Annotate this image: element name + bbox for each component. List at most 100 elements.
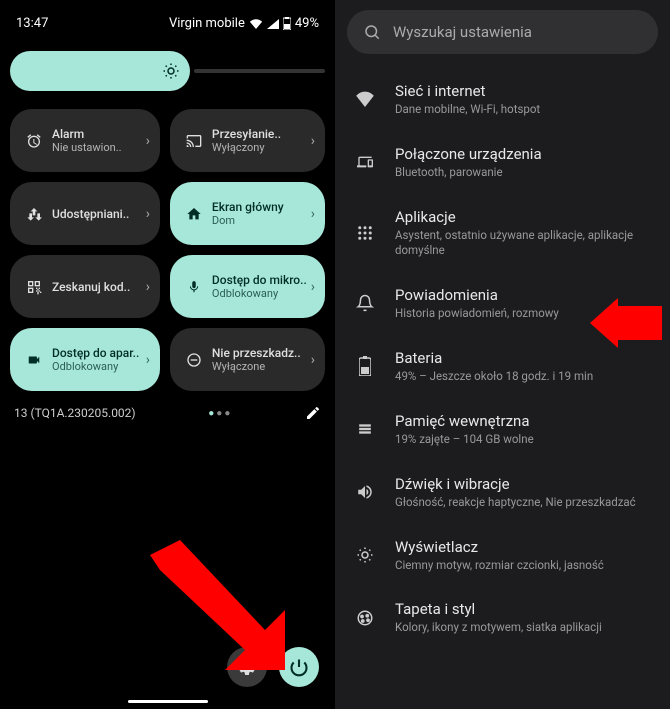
search-bar[interactable]: Wyszukaj ustawienia <box>347 10 658 54</box>
settings-panel: Wyszukaj ustawienia Sieć i internet Dane… <box>335 0 670 709</box>
camera-icon <box>24 353 44 367</box>
setting-text: Powiadomienia Historia powiadomień, rozm… <box>395 286 654 321</box>
quick-settings-panel: 13:47 Virgin mobile 49% Alarm <box>0 0 335 709</box>
qs-tile-1[interactable]: Przesyłanie.. Wyłączony › <box>170 109 325 172</box>
status-time: 13:47 <box>16 16 48 31</box>
setting-text: Pamięć wewnętrzna 19% zajęte – 104 GB wo… <box>395 412 654 447</box>
setting-sub: Dane mobilne, Wi-Fi, hotspot <box>395 102 654 117</box>
alarm-icon <box>24 133 44 149</box>
setting-text: Aplikacje Asystent, ostatnio używane apl… <box>395 208 654 258</box>
setting-item-0[interactable]: Sieć i internet Dane mobilne, Wi-Fi, hot… <box>347 68 658 131</box>
tile-sub: Odblokowany <box>212 287 307 300</box>
tile-text: Dostęp do mikro.. Odblokowany <box>212 273 307 300</box>
wallpaper-icon <box>351 609 379 627</box>
edit-icon[interactable] <box>305 405 321 421</box>
tile-text: Nie przeszkadz.. Wyłączone <box>212 346 307 373</box>
qs-tile-3[interactable]: Ekran główny Dom › <box>170 182 325 245</box>
dnd-icon <box>184 352 204 368</box>
tile-title: Nie przeszkadz.. <box>212 346 307 360</box>
page-dots[interactable]: ●●● <box>208 408 232 419</box>
chevron-right-icon: › <box>146 206 150 222</box>
tile-title: Alarm <box>52 127 142 141</box>
cast-icon <box>184 133 204 149</box>
tile-title: Udostępniani.. <box>52 207 142 221</box>
setting-title: Pamięć wewnętrzna <box>395 412 654 430</box>
devices-icon <box>351 154 379 170</box>
tile-title: Ekran główny <box>212 200 307 214</box>
setting-sub: Głośność, reakcje haptyczne, Nie przeszk… <box>395 495 654 510</box>
qs-tile-2[interactable]: Udostępniani.. › <box>10 182 160 245</box>
search-icon <box>363 23 381 41</box>
signal-icon <box>267 19 279 29</box>
setting-sub: Ciemny motyw, rozmiar czcionki, jasność <box>395 558 654 573</box>
setting-title: Połączone urządzenia <box>395 145 654 163</box>
tile-sub: Odblokowany <box>52 360 142 373</box>
tile-text: Ekran główny Dom <box>212 200 307 227</box>
setting-item-4[interactable]: Bateria 49% – Jeszcze około 18 godz. i 1… <box>347 335 658 398</box>
qs-tile-7[interactable]: Nie przeszkadz.. Wyłączone › <box>170 328 325 391</box>
tile-text: Dostęp do apar.. Odblokowany <box>52 346 142 373</box>
home-icon <box>184 206 204 222</box>
chevron-right-icon: › <box>146 133 150 149</box>
search-placeholder: Wyszukaj ustawienia <box>393 23 532 41</box>
setting-text: Sieć i internet Dane mobilne, Wi-Fi, hot… <box>395 82 654 117</box>
setting-title: Dźwięk i wibracje <box>395 475 654 493</box>
bottom-buttons <box>227 647 319 687</box>
chevron-right-icon: › <box>146 352 150 368</box>
qs-tile-4[interactable]: Zeskanuj kod.. › <box>10 255 160 318</box>
setting-item-5[interactable]: Pamięć wewnętrzna 19% zajęte – 104 GB wo… <box>347 398 658 461</box>
chevron-right-icon: › <box>311 279 315 295</box>
setting-title: Bateria <box>395 349 654 367</box>
tile-title: Zeskanuj kod.. <box>52 280 142 294</box>
home-indicator[interactable] <box>128 700 208 703</box>
tile-title: Przesyłanie.. <box>212 127 307 141</box>
chevron-right-icon: › <box>146 279 150 295</box>
status-bar: 13:47 Virgin mobile 49% <box>10 10 325 41</box>
tile-sub: Wyłączony <box>212 141 307 154</box>
sound-icon <box>351 483 379 501</box>
tile-sub: Nie ustawion.. <box>52 141 142 154</box>
setting-item-3[interactable]: Powiadomienia Historia powiadomień, rozm… <box>347 272 658 335</box>
carrier-label: Virgin mobile <box>169 16 245 31</box>
setting-sub: Asystent, ostatnio używane aplikacje, ap… <box>395 228 654 258</box>
qs-tile-6[interactable]: Dostęp do apar.. Odblokowany › <box>10 328 160 391</box>
setting-item-6[interactable]: Dźwięk i wibracje Głośność, reakcje hapt… <box>347 461 658 524</box>
setting-item-8[interactable]: Tapeta i styl Kolory, ikony z motywem, s… <box>347 586 658 649</box>
battery-percent: 49% <box>295 16 319 31</box>
setting-item-2[interactable]: Aplikacje Asystent, ostatnio używane apl… <box>347 194 658 272</box>
mic-icon <box>184 279 204 295</box>
settings-button[interactable] <box>227 647 267 687</box>
wifi-icon <box>249 19 263 29</box>
setting-title: Tapeta i styl <box>395 600 654 618</box>
tile-text: Zeskanuj kod.. <box>52 280 142 294</box>
setting-sub: 19% zajęte – 104 GB wolne <box>395 432 654 447</box>
setting-sub: 49% – Jeszcze około 18 godz. i 19 min <box>395 369 654 384</box>
apps-icon <box>351 224 379 242</box>
settings-list: Sieć i internet Dane mobilne, Wi-Fi, hot… <box>347 68 658 649</box>
brightness-slider[interactable] <box>10 51 325 91</box>
qs-tile-0[interactable]: Alarm Nie ustawion.. › <box>10 109 160 172</box>
battery-icon <box>283 17 291 30</box>
setting-title: Wyświetlacz <box>395 538 654 556</box>
setting-text: Dźwięk i wibracje Głośność, reakcje hapt… <box>395 475 654 510</box>
build-number: 13 (TQ1A.230205.002) <box>14 406 136 420</box>
wifi-icon <box>351 91 379 107</box>
setting-text: Tapeta i styl Kolory, ikony z motywem, s… <box>395 600 654 635</box>
qs-tile-5[interactable]: Dostęp do mikro.. Odblokowany › <box>170 255 325 318</box>
tile-text: Udostępniani.. <box>52 207 142 221</box>
setting-title: Aplikacje <box>395 208 654 226</box>
tile-text: Alarm Nie ustawion.. <box>52 127 142 154</box>
tile-title: Dostęp do apar.. <box>52 346 142 360</box>
setting-item-1[interactable]: Połączone urządzenia Bluetooth, parowani… <box>347 131 658 194</box>
battery-icon <box>351 356 379 376</box>
quick-settings-grid: Alarm Nie ustawion.. › Przesyłanie.. Wył… <box>10 109 325 391</box>
tile-sub: Dom <box>212 214 307 227</box>
setting-sub: Historia powiadomień, rozmowy <box>395 306 654 321</box>
power-button[interactable] <box>279 647 319 687</box>
display-icon <box>351 546 379 564</box>
bell-icon <box>351 293 379 313</box>
chevron-right-icon: › <box>311 206 315 222</box>
setting-item-7[interactable]: Wyświetlacz Ciemny motyw, rozmiar czcion… <box>347 524 658 587</box>
qs-footer: 13 (TQ1A.230205.002) ●●● <box>10 405 325 421</box>
setting-sub: Kolory, ikony z motywem, siatka aplikacj… <box>395 620 654 635</box>
